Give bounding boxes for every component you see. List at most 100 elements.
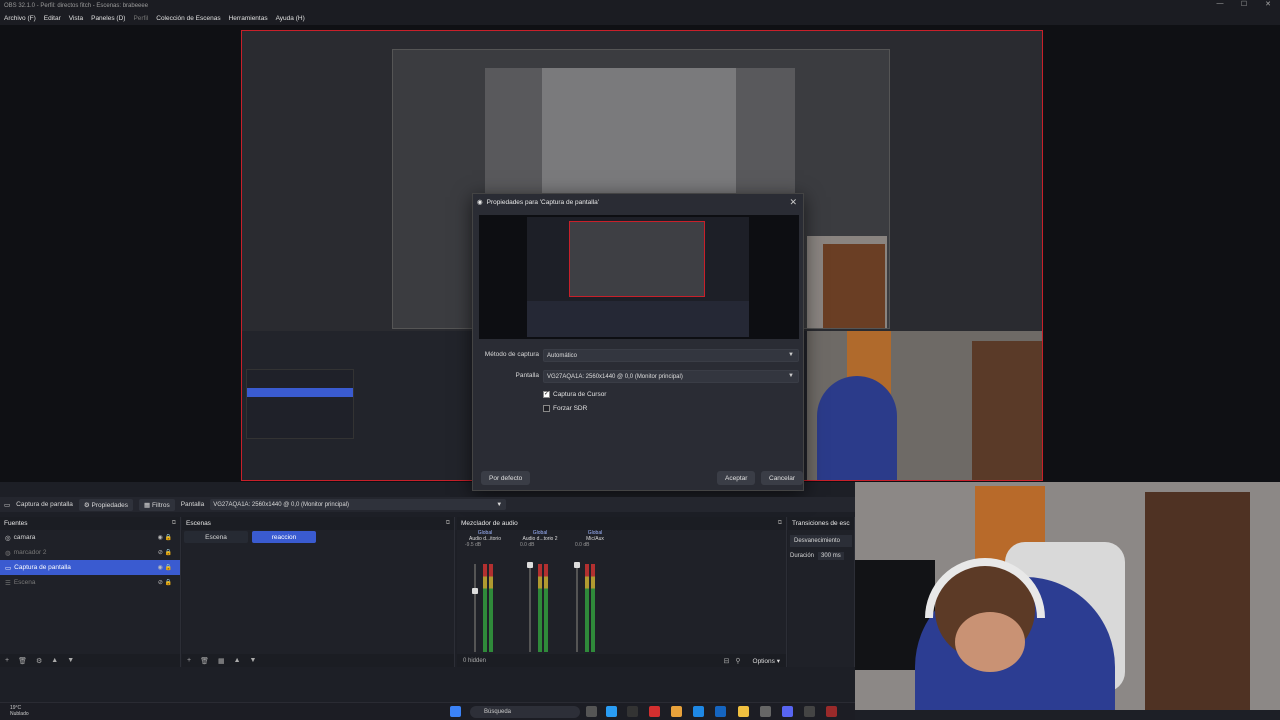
options-button[interactable]: Options ▾ <box>753 657 780 665</box>
person-shape <box>817 376 897 480</box>
mixer-channel: Global Audio d...itorio -9.5 dB <box>459 530 511 660</box>
edge-icon[interactable] <box>606 706 617 717</box>
windows-start-icon[interactable] <box>450 706 461 717</box>
source-item-marcador[interactable]: ◍ marcador 2 ⊘ 🔒 <box>0 545 180 560</box>
trash-icon[interactable]: 🗑 <box>200 657 209 665</box>
level-meter <box>591 564 595 652</box>
channel-db: 0.0 dB <box>575 542 590 548</box>
close-icon[interactable]: ✕ <box>789 197 797 208</box>
webcam-source-preview[interactable] <box>807 331 1042 480</box>
properties-button[interactable]: ⚙ Propiedades <box>78 498 134 511</box>
menu-ayuda[interactable]: Ayuda (H) <box>276 15 305 22</box>
menu-archivo[interactable]: Archivo (F) <box>4 15 36 22</box>
screen-label: Pantalla <box>515 372 540 379</box>
menu-paneles[interactable]: Paneles (D) <box>91 15 125 22</box>
transition-select[interactable]: Desvanecimiento <box>790 535 852 547</box>
folder-icon[interactable] <box>738 706 749 717</box>
discord-icon[interactable] <box>782 706 793 717</box>
filters-button[interactable]: ▦ Filtros <box>139 498 175 511</box>
volume-knob[interactable] <box>574 562 580 568</box>
cursor-checkbox-row[interactable]: ✓ Captura de Cursor <box>543 391 606 398</box>
source-item-camara[interactable]: ◎ camara ◉ 🔒 <box>0 530 180 545</box>
properties-label: Propiedades <box>91 501 129 509</box>
add-icon[interactable]: + <box>5 657 9 664</box>
scenes-title: Escenas <box>186 520 211 527</box>
close-icon[interactable]: ✕ <box>1256 0 1280 8</box>
sdr-checkbox-row[interactable]: Forzar SDR <box>543 405 587 412</box>
menu-editar[interactable]: Editar <box>44 15 61 22</box>
sdr-checkbox[interactable] <box>543 405 550 412</box>
level-meter <box>483 564 487 652</box>
monitor-icon: ▭ <box>4 501 11 509</box>
screen-select[interactable]: VG27AQA1A: 2560x1440 @ 0,0 (Monitor prin… <box>543 370 799 383</box>
source-label: camara <box>13 534 36 541</box>
menu-vista[interactable]: Vista <box>69 15 83 22</box>
scene-escena[interactable]: Escena <box>184 531 248 543</box>
source-toolbar: ▭ Captura de pantalla ⚙ Propiedades ▦ Fi… <box>0 497 855 512</box>
volume-fader[interactable] <box>576 564 578 652</box>
arrow-down-icon[interactable]: ▼ <box>67 657 74 664</box>
weather-widget[interactable]: 19°C Nublado <box>10 705 29 717</box>
app-icon[interactable] <box>760 706 771 717</box>
scene-icon: ☰ <box>5 579 11 587</box>
menu-herramientas[interactable]: Herramientas <box>229 15 268 22</box>
chevron-down-icon: ▼ <box>788 373 794 379</box>
filters-label: Filtros <box>152 501 170 509</box>
taskbar-search[interactable]: Búsqueda <box>470 706 580 718</box>
eye-icon[interactable]: ◉ 🔒 <box>158 534 172 541</box>
minimize-icon[interactable]: — <box>1208 0 1232 8</box>
toolbar-screen-select[interactable]: VG27AQA1A: 2560x1440 @ 0,0 (Monitor prin… <box>210 499 507 510</box>
filter-icon[interactable]: ▦ <box>218 657 225 665</box>
scene-reaccion[interactable]: reaccion <box>252 531 316 543</box>
cabinet-shape <box>823 244 885 328</box>
volume-knob[interactable] <box>527 562 533 568</box>
menu-coleccion-escenas[interactable]: Colección de Escenas <box>156 15 220 22</box>
source-item-escena[interactable]: ☰ Escena ⊘ 🔒 <box>0 575 180 590</box>
volume-fader[interactable] <box>529 564 531 652</box>
arrow-up-icon[interactable]: ▲ <box>234 657 241 664</box>
nested-capture-2 <box>485 68 795 208</box>
method-select[interactable]: Automático ▼ <box>543 349 799 362</box>
sdr-label: Forzar SDR <box>553 405 588 412</box>
nested-webcam <box>807 236 887 328</box>
maximize-icon[interactable]: ☐ <box>1232 0 1256 8</box>
preview-docks <box>527 301 749 337</box>
mixer-title: Mezclador de audio <box>461 520 518 527</box>
app-icon[interactable] <box>627 706 638 717</box>
accept-button[interactable]: Aceptar <box>717 471 756 485</box>
sources-title: Fuentes <box>4 520 28 527</box>
app-icon[interactable] <box>715 706 726 717</box>
volume-knob[interactable] <box>472 588 478 594</box>
cabinet-shape <box>1145 492 1250 710</box>
add-icon[interactable]: + <box>187 657 191 664</box>
cancel-button[interactable]: Cancelar <box>761 471 804 485</box>
layout-icon[interactable]: ⊟ <box>724 657 730 665</box>
source-item-captura[interactable]: ▭ Captura de pantalla ◉ 🔒 <box>0 560 180 575</box>
arrow-up-icon[interactable]: ▲ <box>51 657 58 664</box>
duration-input[interactable]: 300 ms <box>818 552 844 560</box>
cursor-checkbox[interactable]: ✓ <box>543 391 550 398</box>
volume-fader[interactable] <box>474 564 476 652</box>
menu-perfil[interactable]: Perfil <box>133 15 148 22</box>
eye-off-icon[interactable]: ⊘ 🔒 <box>158 549 172 556</box>
app-icon[interactable] <box>693 706 704 717</box>
gear-icon[interactable]: ⚙ <box>36 657 42 665</box>
eye-icon[interactable]: ◉ 🔒 <box>158 564 172 571</box>
link-icon[interactable]: ⚲ <box>735 657 740 665</box>
dialog-title: Propiedades para 'Captura de pantalla' <box>486 198 600 206</box>
arrow-down-icon[interactable]: ▼ <box>250 657 257 664</box>
eye-off-icon[interactable]: ⊘ 🔒 <box>158 579 172 586</box>
app-icon[interactable] <box>649 706 660 717</box>
scenes-footer: + 🗑 ▦ ▲ ▼ <box>182 654 454 667</box>
mixer-channel: Global Mic/Aux 0.0 dB <box>569 530 621 660</box>
undock-icon[interactable]: ⧉ <box>172 520 176 527</box>
method-value: Automático <box>547 352 578 359</box>
app-icon[interactable] <box>804 706 815 717</box>
undock-icon[interactable]: ⧉ <box>778 520 782 527</box>
default-button[interactable]: Por defecto <box>481 471 531 485</box>
obs-icon[interactable] <box>826 706 837 717</box>
chrome-icon[interactable] <box>671 706 682 717</box>
trash-icon[interactable]: 🗑 <box>18 657 27 665</box>
task-view-icon[interactable] <box>586 706 597 717</box>
undock-icon[interactable]: ⧉ <box>446 520 450 527</box>
